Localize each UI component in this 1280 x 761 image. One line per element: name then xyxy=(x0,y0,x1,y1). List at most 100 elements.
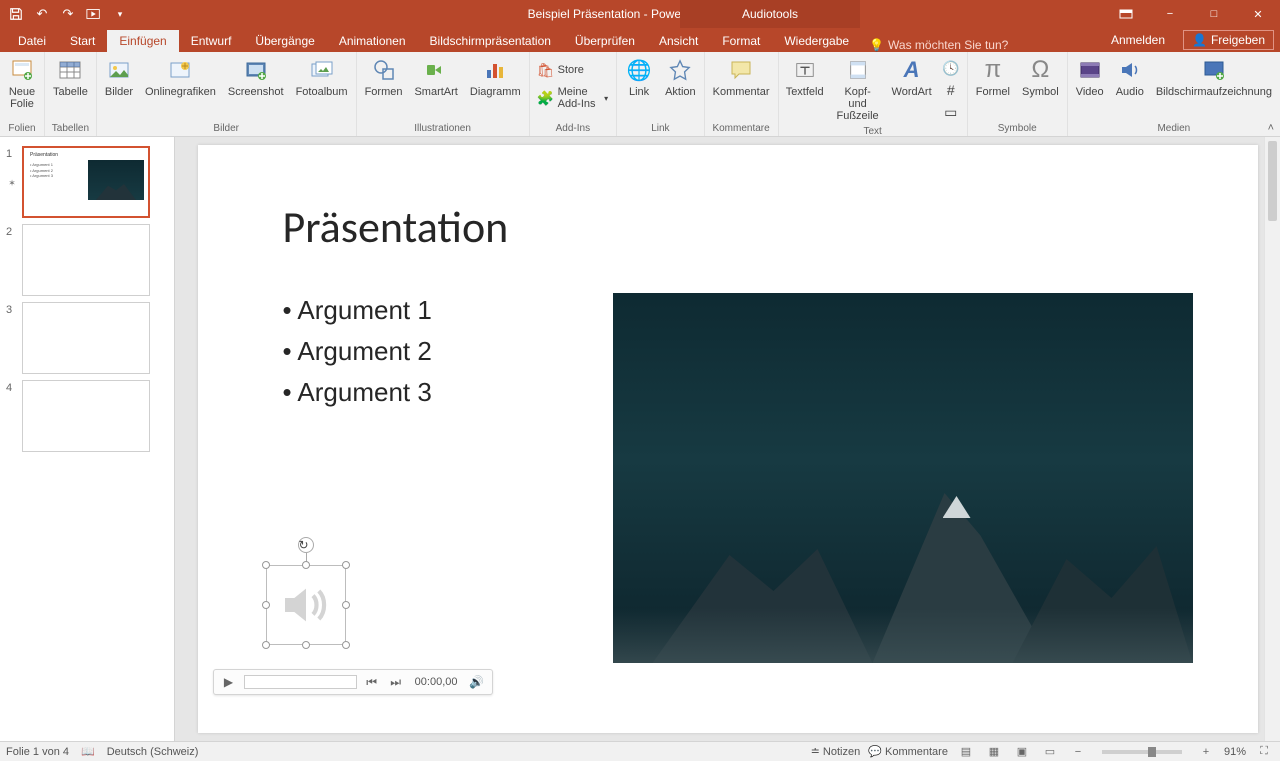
wordart-button[interactable]: AWordArt xyxy=(888,54,934,100)
shapes-button[interactable]: Formen xyxy=(361,54,407,100)
pictures-button[interactable]: Bilder xyxy=(101,54,137,100)
slide-bullets[interactable]: Argument 1 Argument 2 Argument 3 xyxy=(283,295,432,418)
collapse-ribbon-icon[interactable]: ˄ xyxy=(1268,122,1274,134)
maximize-button[interactable]: □ xyxy=(1192,0,1236,28)
equation-button[interactable]: πFormel xyxy=(972,54,1014,100)
tab-animationen[interactable]: Animationen xyxy=(327,30,418,52)
volume-button[interactable]: 🔊 xyxy=(468,673,486,691)
next-button[interactable]: ⏭ xyxy=(387,673,405,691)
ribbon-display-options-icon[interactable] xyxy=(1104,0,1148,28)
thumb-preview-3[interactable] xyxy=(22,302,150,374)
reading-view-icon[interactable]: ▣ xyxy=(1012,744,1032,760)
thumbnail-4[interactable]: 4 xyxy=(0,377,174,455)
thumbnail-2[interactable]: 2 xyxy=(0,221,174,299)
photo-album-button[interactable]: Fotoalbum xyxy=(292,54,352,100)
smartart-button[interactable]: SmartArt xyxy=(410,54,461,100)
prev-button[interactable]: ⏮ xyxy=(363,673,381,691)
bulb-icon: 💡 xyxy=(869,38,884,52)
thumb-preview-4[interactable] xyxy=(22,380,150,452)
chart-button[interactable]: Diagramm xyxy=(466,54,525,100)
tab-format[interactable]: Format xyxy=(710,30,772,52)
normal-view-icon[interactable]: ▤ xyxy=(956,744,976,760)
resize-handle[interactable] xyxy=(302,561,310,569)
date-time-button[interactable]: 🕓 xyxy=(939,58,963,78)
rotate-handle-icon[interactable]: ↻ xyxy=(298,537,314,553)
close-button[interactable]: ✕ xyxy=(1236,0,1280,28)
undo-icon[interactable]: ↶ xyxy=(30,2,54,26)
online-pictures-button[interactable]: Onlinegrafiken xyxy=(141,54,220,100)
scroll-thumb[interactable] xyxy=(1268,141,1277,221)
slideshow-view-icon[interactable]: ▭ xyxy=(1040,744,1060,760)
video-button[interactable]: Video xyxy=(1072,54,1108,100)
table-button[interactable]: Tabelle xyxy=(49,54,92,100)
zoom-thumb[interactable] xyxy=(1148,747,1156,757)
zoom-slider[interactable] xyxy=(1102,750,1182,754)
thumb-preview-2[interactable] xyxy=(22,224,150,296)
thumbnail-3[interactable]: 3 xyxy=(0,299,174,377)
resize-handle[interactable] xyxy=(342,641,350,649)
fit-to-window-icon[interactable]: ⛶ xyxy=(1254,744,1274,760)
store-label: Store xyxy=(558,64,584,76)
language-indicator[interactable]: Deutsch (Schweiz) xyxy=(107,746,199,758)
comments-button[interactable]: 💬 Kommentare xyxy=(868,745,948,758)
sorter-view-icon[interactable]: ▦ xyxy=(984,744,1004,760)
thumb-preview-1[interactable]: Präsentation • Argument 1• Argument 2• A… xyxy=(22,146,150,218)
tell-me-search[interactable]: 💡 Was möchten Sie tun? xyxy=(861,38,1016,52)
tab-ueberpruefen[interactable]: Überprüfen xyxy=(563,30,647,52)
tab-ansicht[interactable]: Ansicht xyxy=(647,30,710,52)
qat-customize-icon[interactable]: ▾ xyxy=(108,2,132,26)
slide-counter[interactable]: Folie 1 von 4 xyxy=(6,746,69,758)
audio-object-selected[interactable]: ↻ xyxy=(266,565,346,645)
slide-image[interactable] xyxy=(613,293,1193,663)
media-track[interactable] xyxy=(244,675,357,689)
zoom-level[interactable]: 91% xyxy=(1224,746,1246,758)
zoom-out-button[interactable]: − xyxy=(1068,744,1088,760)
share-button[interactable]: 👤 Freigeben xyxy=(1183,30,1274,50)
comment-button[interactable]: Kommentar xyxy=(709,54,774,100)
start-from-beginning-icon[interactable] xyxy=(82,2,106,26)
resize-handle[interactable] xyxy=(342,561,350,569)
tab-start[interactable]: Start xyxy=(58,30,107,52)
tab-file[interactable]: Datei xyxy=(6,30,58,52)
textbox-button[interactable]: Textfeld xyxy=(783,54,827,100)
spellcheck-icon[interactable]: 📖 xyxy=(81,745,95,758)
resize-handle[interactable] xyxy=(262,561,270,569)
group-label-medien: Medien xyxy=(1072,121,1276,136)
resize-handle[interactable] xyxy=(262,601,270,609)
resize-handle[interactable] xyxy=(302,641,310,649)
my-addins-button[interactable]: 🧩Meine Add-Ins▾ xyxy=(534,84,612,112)
ribbon-tabs: Datei Start Einfügen Entwurf Übergänge A… xyxy=(0,28,1280,52)
sign-in-link[interactable]: Anmelden xyxy=(1099,29,1177,51)
notes-button[interactable]: ≐ Notizen xyxy=(811,745,861,758)
resize-handle[interactable] xyxy=(262,641,270,649)
tab-wiedergabe[interactable]: Wiedergabe xyxy=(772,30,861,52)
slide-canvas[interactable]: Präsentation Argument 1 Argument 2 Argum… xyxy=(198,145,1258,733)
redo-icon[interactable]: ↷ xyxy=(56,2,80,26)
tab-einfuegen[interactable]: Einfügen xyxy=(107,30,178,52)
zoom-in-button[interactable]: + xyxy=(1196,744,1216,760)
tab-uebergaenge[interactable]: Übergänge xyxy=(243,30,326,52)
screen-recording-button[interactable]: Bildschirmaufzeichnung xyxy=(1152,54,1276,100)
slide-number-button[interactable]: # xyxy=(939,80,963,100)
resize-handle[interactable] xyxy=(342,601,350,609)
vertical-scrollbar[interactable] xyxy=(1264,137,1280,741)
store-button[interactable]: 🛍Store xyxy=(534,60,588,80)
thumbnail-1[interactable]: 1 ✶ Präsentation • Argument 1• Argument … xyxy=(0,143,174,221)
tab-bildschirmpraesentation[interactable]: Bildschirmpräsentation xyxy=(418,30,563,52)
slide-thumbnail-panel[interactable]: 1 ✶ Präsentation • Argument 1• Argument … xyxy=(0,137,175,741)
photo-album-icon xyxy=(308,56,336,84)
titlebar: ↶ ↷ ▾ Beispiel Präsentation - PowerPoint… xyxy=(0,0,1280,28)
save-icon[interactable] xyxy=(4,2,28,26)
audio-button[interactable]: Audio xyxy=(1112,54,1148,100)
header-footer-button[interactable]: Kopf- und Fußzeile xyxy=(831,54,885,124)
object-button[interactable]: ▭ xyxy=(939,102,963,122)
symbol-button[interactable]: ΩSymbol xyxy=(1018,54,1063,100)
minimize-button[interactable]: − xyxy=(1148,0,1192,28)
new-slide-button[interactable]: Neue Folie xyxy=(4,54,40,112)
screenshot-button[interactable]: Screenshot xyxy=(224,54,288,100)
slide-title[interactable]: Präsentation xyxy=(283,200,509,254)
play-button[interactable]: ▶ xyxy=(220,673,238,691)
link-button[interactable]: 🌐Link xyxy=(621,54,657,100)
action-button[interactable]: Aktion xyxy=(661,54,700,100)
tab-entwurf[interactable]: Entwurf xyxy=(179,30,244,52)
